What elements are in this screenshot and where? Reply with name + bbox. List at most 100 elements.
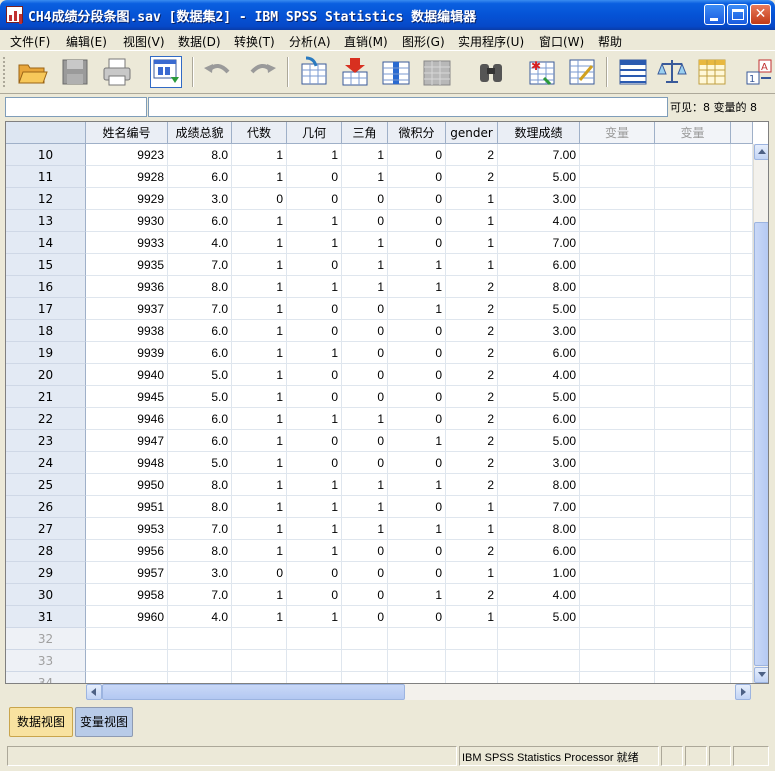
scroll-left-button[interactable] xyxy=(86,684,102,700)
data-cell[interactable]: 8.00 xyxy=(498,276,580,298)
data-cell[interactable]: 0 xyxy=(342,584,388,606)
data-cell[interactable]: 9945 xyxy=(86,386,168,408)
data-cell[interactable] xyxy=(655,540,731,562)
data-cell[interactable]: 9928 xyxy=(86,166,168,188)
data-cell[interactable] xyxy=(86,628,168,650)
data-cell[interactable] xyxy=(580,562,655,584)
print-icon[interactable] xyxy=(101,56,133,88)
data-cell[interactable]: 0 xyxy=(232,562,287,584)
row-header[interactable]: 16 xyxy=(6,276,86,298)
vertical-scroll-thumb[interactable] xyxy=(754,222,768,666)
data-cell[interactable] xyxy=(580,672,655,683)
data-cell[interactable]: 0 xyxy=(388,606,446,628)
data-cell[interactable]: 1 xyxy=(342,166,388,188)
data-cell[interactable]: 9950 xyxy=(86,474,168,496)
toolbar-grip[interactable] xyxy=(3,57,6,87)
data-cell[interactable]: 0 xyxy=(388,562,446,584)
data-cell[interactable]: 6.0 xyxy=(168,342,232,364)
data-cell[interactable]: 1 xyxy=(388,276,446,298)
data-cell[interactable]: 0 xyxy=(287,254,342,276)
data-cell[interactable]: 9960 xyxy=(86,606,168,628)
data-cell[interactable] xyxy=(580,650,655,672)
data-cell[interactable]: 1 xyxy=(446,188,498,210)
data-cell[interactable]: 1 xyxy=(232,166,287,188)
row-header[interactable]: 33 xyxy=(6,650,86,672)
data-cell[interactable]: 0 xyxy=(287,320,342,342)
data-cell[interactable]: 0 xyxy=(342,540,388,562)
data-cell[interactable]: 2 xyxy=(446,430,498,452)
data-cell[interactable]: 4.00 xyxy=(498,584,580,606)
data-cell[interactable]: 0 xyxy=(388,188,446,210)
column-header[interactable]: 微积分 xyxy=(388,122,446,144)
row-header[interactable]: 22 xyxy=(6,408,86,430)
data-cell[interactable]: 1 xyxy=(287,518,342,540)
data-cell[interactable]: 9936 xyxy=(86,276,168,298)
data-cell[interactable]: 1 xyxy=(446,496,498,518)
data-cell[interactable] xyxy=(731,276,753,298)
data-cell[interactable]: 3.00 xyxy=(498,188,580,210)
data-cell[interactable] xyxy=(655,474,731,496)
data-cell[interactable] xyxy=(580,364,655,386)
tab-data-view[interactable]: 数据视图 xyxy=(9,707,73,737)
data-cell[interactable] xyxy=(731,386,753,408)
data-cell[interactable] xyxy=(731,232,753,254)
data-cell[interactable]: 1 xyxy=(287,408,342,430)
data-cell[interactable]: 0 xyxy=(388,452,446,474)
data-cell[interactable] xyxy=(655,584,731,606)
data-cell[interactable]: 9933 xyxy=(86,232,168,254)
data-cell[interactable] xyxy=(580,540,655,562)
column-header[interactable]: 数理成绩 xyxy=(498,122,580,144)
data-cell[interactable]: 5.0 xyxy=(168,452,232,474)
data-cell[interactable]: 0 xyxy=(388,232,446,254)
column-header[interactable]: 变量 xyxy=(580,122,655,144)
column-header[interactable]: 三角 xyxy=(342,122,388,144)
data-cell[interactable] xyxy=(655,232,731,254)
data-cell[interactable]: 0 xyxy=(287,188,342,210)
data-cell[interactable]: 0 xyxy=(287,584,342,606)
data-cell[interactable]: 5.00 xyxy=(498,166,580,188)
data-cell[interactable]: 0 xyxy=(342,320,388,342)
insert-cases-icon[interactable] xyxy=(339,56,371,88)
data-cell[interactable] xyxy=(580,232,655,254)
data-cell[interactable]: 1 xyxy=(342,518,388,540)
data-cell[interactable]: 9930 xyxy=(86,210,168,232)
data-cell[interactable] xyxy=(232,672,287,683)
data-cell[interactable]: 1 xyxy=(342,144,388,166)
data-cell[interactable]: 1 xyxy=(232,232,287,254)
data-cell[interactable] xyxy=(342,628,388,650)
data-cell[interactable]: 4.00 xyxy=(498,364,580,386)
data-cell[interactable]: 1 xyxy=(342,474,388,496)
row-header[interactable]: 14 xyxy=(6,232,86,254)
data-cell[interactable]: 8.0 xyxy=(168,540,232,562)
row-header[interactable]: 17 xyxy=(6,298,86,320)
data-cell[interactable]: 2 xyxy=(446,452,498,474)
data-cell[interactable] xyxy=(731,496,753,518)
data-cell[interactable]: 7.0 xyxy=(168,518,232,540)
data-cell[interactable] xyxy=(86,672,168,683)
data-cell[interactable] xyxy=(388,628,446,650)
data-cell[interactable] xyxy=(731,166,753,188)
data-cell[interactable]: 1 xyxy=(342,276,388,298)
data-cell[interactable]: 6.00 xyxy=(498,408,580,430)
data-cell[interactable]: 1 xyxy=(232,342,287,364)
row-header[interactable]: 25 xyxy=(6,474,86,496)
row-header[interactable]: 12 xyxy=(6,188,86,210)
data-cell[interactable]: 1 xyxy=(446,606,498,628)
data-cell[interactable]: 0 xyxy=(342,386,388,408)
data-cell[interactable]: 9946 xyxy=(86,408,168,430)
data-cell[interactable]: 1 xyxy=(342,232,388,254)
data-cell[interactable]: 4.0 xyxy=(168,606,232,628)
data-cell[interactable] xyxy=(655,210,731,232)
data-cell[interactable]: 1 xyxy=(287,606,342,628)
close-button[interactable]: ✕ xyxy=(750,4,771,25)
data-cell[interactable] xyxy=(655,386,731,408)
data-cell[interactable] xyxy=(731,540,753,562)
data-cell[interactable]: 5.00 xyxy=(498,430,580,452)
data-cell[interactable] xyxy=(731,144,753,166)
data-cell[interactable]: 6.0 xyxy=(168,320,232,342)
data-cell[interactable]: 8.00 xyxy=(498,518,580,540)
data-cell[interactable]: 9951 xyxy=(86,496,168,518)
data-cell[interactable] xyxy=(731,298,753,320)
data-cell[interactable] xyxy=(86,650,168,672)
data-cell[interactable] xyxy=(655,188,731,210)
